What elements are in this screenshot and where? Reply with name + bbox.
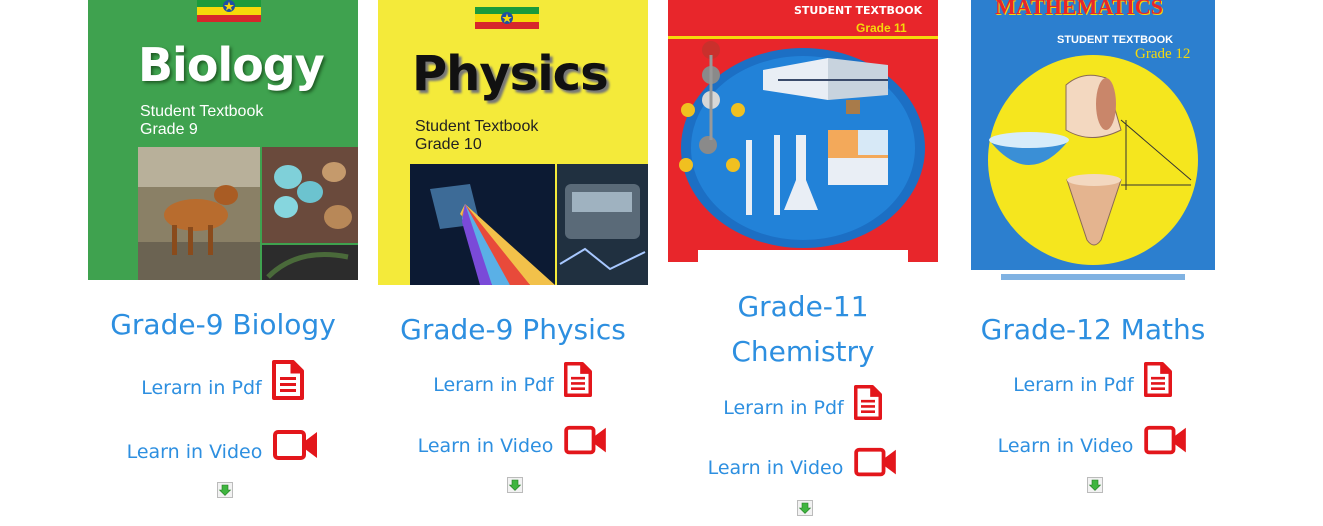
cover-photo — [410, 164, 648, 285]
cover-title: Biology — [138, 38, 325, 92]
video-link-row: Learn in Video — [958, 424, 1228, 458]
file-text-icon[interactable] — [563, 362, 593, 397]
cover-subtitle: Student Textbook — [140, 103, 264, 120]
video-camera-icon[interactable] — [854, 446, 898, 480]
video-link[interactable]: Learn in Video — [127, 441, 263, 463]
pdf-link[interactable]: Lerarn in Pdf — [433, 374, 554, 396]
pdf-link-row: Lerarn in Pdf — [958, 362, 1228, 397]
pdf-link[interactable]: Lerarn in Pdf — [141, 377, 262, 399]
book-card-chemistry: STUDENT TEXTBOOK Grade 11 Grade-11 Chemi… — [668, 0, 938, 526]
book-cover-physics[interactable]: Physics Student Textbook Grade 10 — [378, 0, 648, 285]
book-title[interactable]: Grade-12 Maths — [958, 307, 1228, 352]
pdf-link-row: Lerarn in Pdf — [668, 385, 938, 420]
pdf-link-row: Lerarn in Pdf — [88, 360, 358, 400]
book-cover-chemistry[interactable]: STUDENT TEXTBOOK Grade 11 — [668, 0, 938, 262]
file-text-icon[interactable] — [271, 360, 305, 400]
video-link[interactable]: Learn in Video — [708, 457, 844, 479]
download-arrow-icon[interactable] — [217, 482, 233, 498]
download-arrow-icon[interactable] — [797, 500, 813, 516]
file-text-icon[interactable] — [1143, 362, 1173, 397]
video-link-row: Learn in Video — [668, 446, 938, 480]
download-arrow-icon[interactable] — [507, 477, 523, 493]
pdf-link-row: Lerarn in Pdf — [378, 362, 648, 397]
book-title[interactable]: Grade-9 Physics — [378, 307, 648, 352]
book-card-biology: Biology Student Textbook Grade 9 Grade-9… — [88, 0, 358, 526]
video-link-row: Learn in Video — [88, 428, 358, 464]
video-camera-icon[interactable] — [564, 424, 608, 458]
book-title[interactable]: Grade-9 Biology — [88, 302, 358, 347]
cover-illustration — [971, 55, 1215, 285]
ethiopia-flag-icon — [197, 0, 261, 22]
cover-grade: Grade 9 — [140, 121, 198, 138]
video-camera-icon[interactable] — [1144, 424, 1188, 458]
cover-photo — [138, 147, 358, 280]
cover-title: Physics — [412, 46, 609, 102]
ethiopia-flag-icon — [475, 7, 539, 29]
book-card-physics: Physics Student Textbook Grade 10 Grade-… — [378, 0, 648, 526]
book-title-line1: Grade-11 — [737, 290, 869, 323]
book-cover-maths[interactable]: MATHEMATICS STUDENT TEXTBOOK Grade 12 — [971, 0, 1215, 285]
video-camera-icon[interactable] — [273, 428, 319, 464]
download-arrow-icon[interactable] — [1087, 477, 1103, 493]
video-link[interactable]: Learn in Video — [418, 435, 554, 457]
book-title-line2: Chemistry — [731, 335, 875, 368]
cover-subtitle: Student Textbook — [415, 118, 539, 135]
book-title[interactable]: Grade-11 Chemistry — [668, 284, 938, 374]
video-link-row: Learn in Video — [378, 424, 648, 458]
pdf-link[interactable]: Lerarn in Pdf — [1013, 374, 1134, 396]
cover-illustration — [668, 36, 938, 262]
cover-grade: Grade 10 — [415, 136, 482, 153]
book-cover-biology[interactable]: Biology Student Textbook Grade 9 — [88, 0, 358, 280]
file-text-icon[interactable] — [853, 385, 883, 420]
book-card-maths: MATHEMATICS STUDENT TEXTBOOK Grade 12 Gr… — [958, 0, 1228, 526]
pdf-link[interactable]: Lerarn in Pdf — [723, 397, 844, 419]
video-link[interactable]: Learn in Video — [998, 435, 1134, 457]
